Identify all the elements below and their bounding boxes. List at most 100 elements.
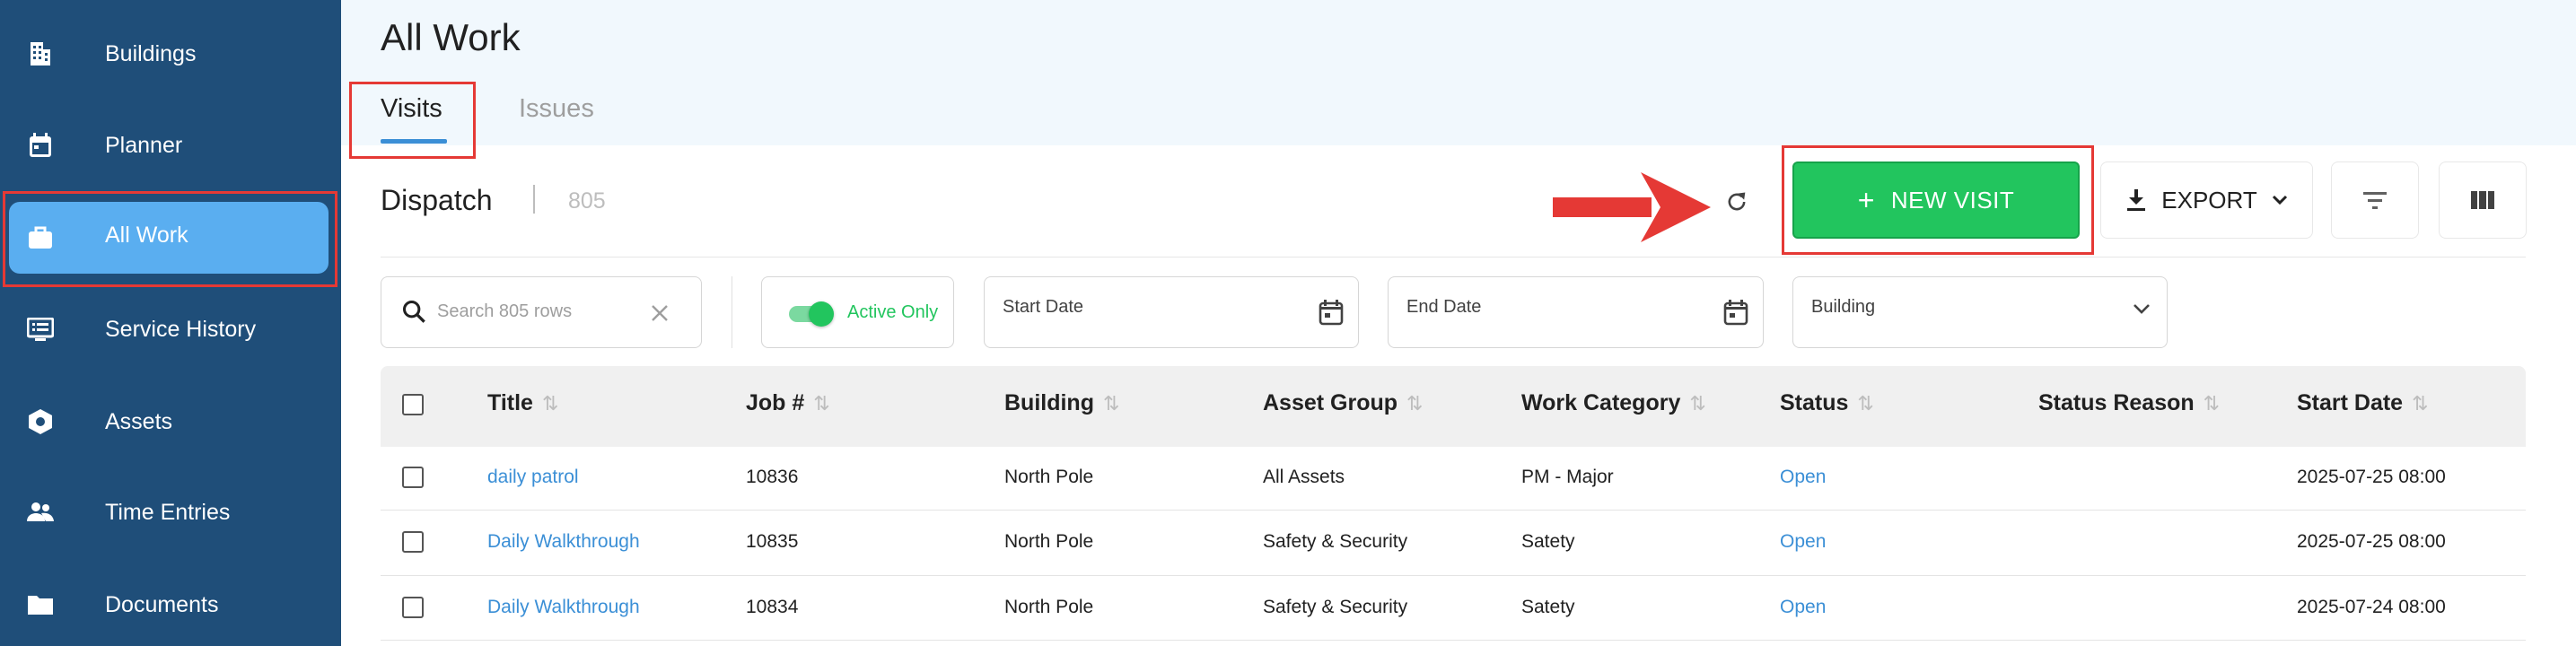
row-title-link[interactable]: Daily Walkthrough <box>487 531 640 553</box>
sidebar-item-label: Service History <box>105 316 257 342</box>
row-building: North Pole <box>1004 531 1094 552</box>
sort-icon: ⇅ <box>1689 391 1706 415</box>
export-button[interactable]: EXPORT <box>2100 162 2313 239</box>
title-divider <box>533 185 535 214</box>
active-only-toggle[interactable]: Active Only <box>761 276 954 348</box>
column-header-status-reason[interactable]: Status Reason ⇅ <box>2038 390 2220 416</box>
chevron-down-icon <box>2134 304 2150 314</box>
building-icon <box>25 39 56 69</box>
end-date-field[interactable]: End Date <box>1388 276 1764 348</box>
sidebar-item-assets[interactable]: Assets <box>0 386 341 458</box>
briefcase-icon <box>25 223 56 253</box>
calendar-icon[interactable] <box>1319 299 1344 326</box>
building-select[interactable]: Building <box>1792 276 2168 348</box>
column-header-job[interactable]: Job # ⇅ <box>746 390 830 416</box>
sidebar-item-documents[interactable]: Documents <box>0 569 341 641</box>
chevron-down-icon <box>2272 195 2287 205</box>
row-work-category: PM - Major <box>1521 467 1614 487</box>
row-status[interactable]: Open <box>1780 531 1826 553</box>
sort-icon: ⇅ <box>2203 391 2221 415</box>
folder-icon <box>25 589 56 620</box>
calendar-icon <box>25 130 56 161</box>
sort-icon: ⇅ <box>1102 391 1120 415</box>
row-building: North Pole <box>1004 597 1094 617</box>
sort-icon: ⇅ <box>1857 391 1874 415</box>
plus-icon: + <box>1857 184 1875 216</box>
start-date-field[interactable]: Start Date <box>984 276 1359 348</box>
search-placeholder: Search 805 rows <box>437 301 573 321</box>
row-work-category: Satety <box>1521 597 1575 617</box>
row-start-date: 2025-07-24 08:00 <box>2297 597 2446 617</box>
row-divider <box>381 510 2526 511</box>
hexagon-icon <box>25 406 56 437</box>
start-date-label: Start Date <box>1003 297 1084 317</box>
sort-icon: ⇅ <box>1406 391 1424 415</box>
sidebar-item-buildings[interactable]: Buildings <box>0 18 341 90</box>
select-all-checkbox[interactable] <box>402 394 424 415</box>
people-icon <box>25 497 56 528</box>
toggle-thumb <box>809 301 834 327</box>
row-job-number: 10836 <box>746 467 799 487</box>
sidebar-item-label: Planner <box>105 132 183 158</box>
calendar-icon[interactable] <box>1723 299 1748 326</box>
row-checkbox[interactable] <box>402 467 424 488</box>
new-visit-label: NEW VISIT <box>1890 186 2015 214</box>
sidebar-item-label: Time Entries <box>105 499 231 525</box>
refresh-button[interactable] <box>1705 170 1768 233</box>
annotation-arrow-icon <box>1553 172 1711 242</box>
row-start-date: 2025-07-25 08:00 <box>2297 531 2446 552</box>
row-title-link[interactable]: Daily Walkthrough <box>487 597 640 618</box>
sidebar-item-service-history[interactable]: Service History <box>0 293 341 365</box>
active-only-label: Active Only <box>847 302 939 322</box>
row-work-category: Satety <box>1521 531 1575 552</box>
filter-icon <box>2363 192 2387 209</box>
download-icon <box>2127 189 2146 211</box>
column-header-asset-group[interactable]: Asset Group ⇅ <box>1263 390 1423 416</box>
sort-icon: ⇅ <box>2412 391 2429 415</box>
row-asset-group: All Assets <box>1263 467 1345 487</box>
refresh-icon <box>1728 192 1746 211</box>
row-asset-group: Safety & Security <box>1263 531 1408 552</box>
columns-button[interactable] <box>2439 162 2527 239</box>
column-header-title[interactable]: Title ⇅ <box>487 390 558 416</box>
clear-icon[interactable] <box>649 302 670 324</box>
sort-icon: ⇅ <box>541 391 559 415</box>
column-header-status[interactable]: Status ⇅ <box>1780 390 1874 416</box>
building-label: Building <box>1811 297 1876 317</box>
search-icon <box>402 300 425 323</box>
row-building: North Pole <box>1004 467 1094 487</box>
row-title-link[interactable]: daily patrol <box>487 467 579 488</box>
column-header-start-date[interactable]: Start Date ⇅ <box>2297 390 2429 416</box>
tab-issues[interactable]: Issues <box>519 94 594 124</box>
end-date-label: End Date <box>1406 297 1482 317</box>
highlight-box-visits-tab <box>349 82 476 159</box>
row-count: 805 <box>568 188 606 214</box>
new-visit-button[interactable]: + NEW VISIT <box>1792 162 2080 239</box>
export-label: EXPORT <box>2161 186 2257 214</box>
row-status[interactable]: Open <box>1780 597 1826 618</box>
list-icon <box>25 314 56 345</box>
sidebar: Buildings Planner All Work Service Histo… <box>0 0 341 646</box>
column-header-work-category[interactable]: Work Category ⇅ <box>1521 390 1706 416</box>
page-header <box>341 0 2576 145</box>
row-job-number: 10834 <box>746 597 799 617</box>
row-divider <box>381 640 2526 641</box>
search-input[interactable]: Search 805 rows <box>381 276 702 348</box>
filter-button[interactable] <box>2331 162 2419 239</box>
row-divider <box>381 575 2526 576</box>
sort-icon: ⇅ <box>813 391 830 415</box>
sidebar-item-label: All Work <box>105 223 188 248</box>
toolbar-divider <box>381 257 2526 258</box>
row-checkbox[interactable] <box>402 531 424 553</box>
row-job-number: 10835 <box>746 531 799 552</box>
sidebar-item-label: Buildings <box>105 40 197 66</box>
row-checkbox[interactable] <box>402 597 424 618</box>
sidebar-item-time-entries[interactable]: Time Entries <box>0 476 341 548</box>
sidebar-item-planner[interactable]: Planner <box>0 109 341 181</box>
column-header-building[interactable]: Building ⇅ <box>1004 390 1119 416</box>
sidebar-item-label: Documents <box>105 591 219 617</box>
section-title: Dispatch <box>381 184 493 216</box>
sidebar-item-label: Assets <box>105 408 173 434</box>
row-asset-group: Safety & Security <box>1263 597 1408 617</box>
row-status[interactable]: Open <box>1780 467 1826 488</box>
